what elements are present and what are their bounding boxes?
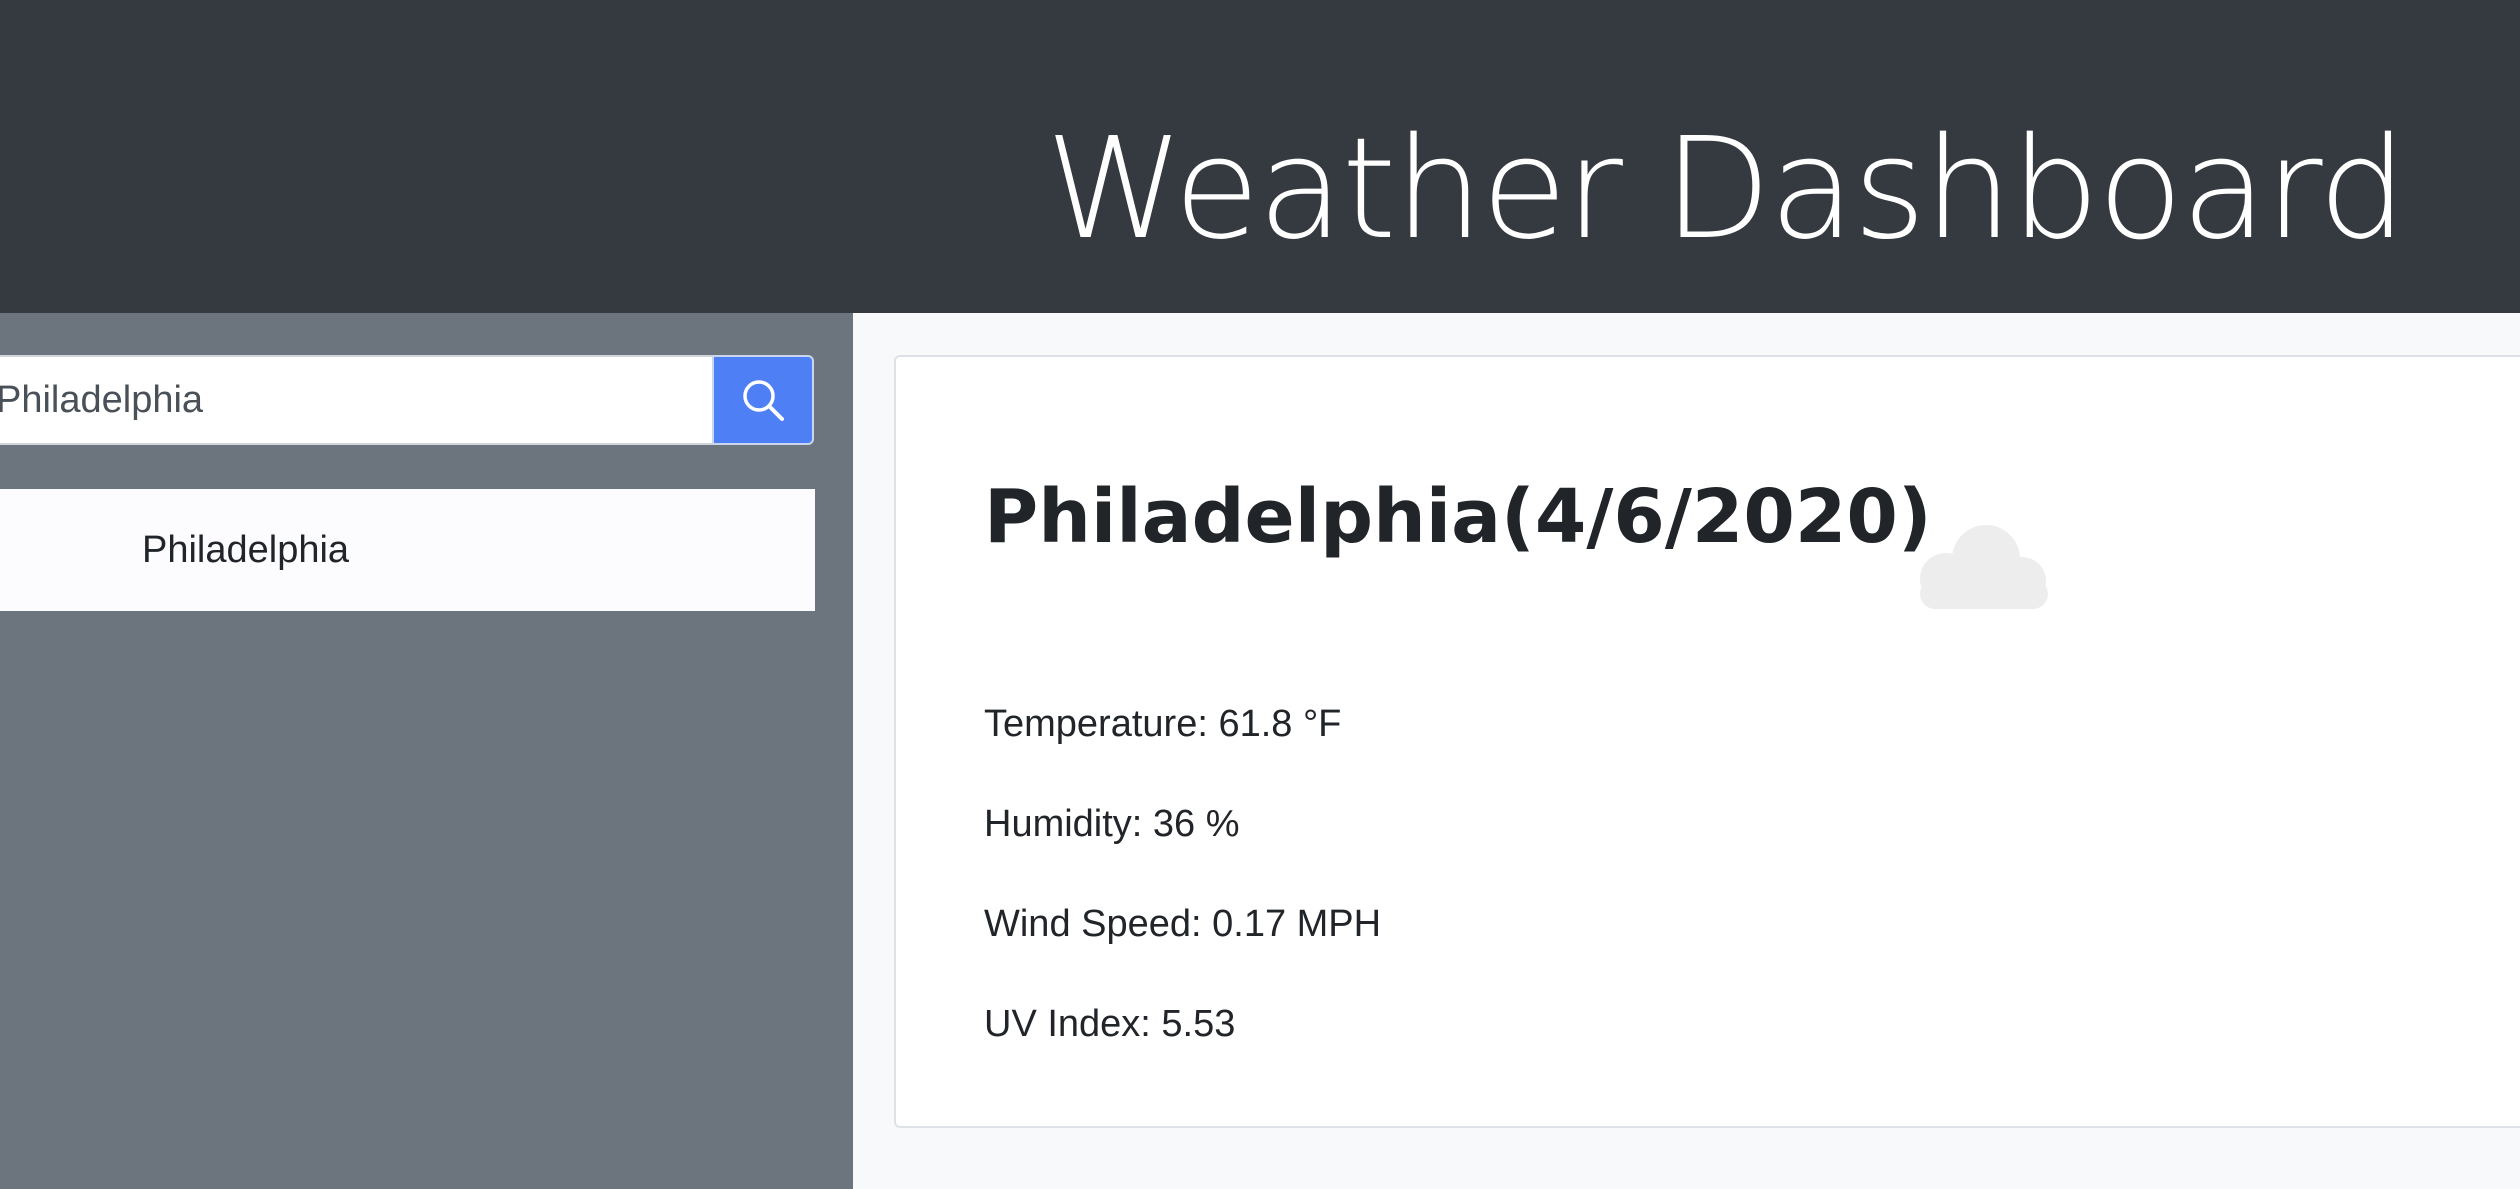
page-title: Weather Dashboard xyxy=(1045,108,2407,271)
city-heading: Philadelphia(4/6/2020) xyxy=(984,474,1932,560)
current-weather-card: Philadelphia(4/6/2020) Temperature: 61.8… xyxy=(894,355,2520,1128)
main-content: Philadelphia(4/6/2020) Temperature: 61.8… xyxy=(853,313,2520,1189)
cloud-icon xyxy=(1920,525,2048,609)
wind-speed-text: Wind Speed: 0.17 MPH xyxy=(984,903,1382,945)
history-item[interactable]: Philadelphia xyxy=(0,489,815,611)
header: Weather Dashboard xyxy=(0,0,2520,313)
temperature-text: Temperature: 61.8 °F xyxy=(984,703,1342,745)
history-item-label: Philadelphia xyxy=(142,528,350,571)
sidebar: Philadelphia xyxy=(0,313,853,1189)
humidity-text: Humidity: 36 % xyxy=(984,803,1240,845)
uv-index-text: UV Index: 5.53 xyxy=(984,1003,1236,1045)
search-button[interactable] xyxy=(712,355,814,445)
city-search-input[interactable] xyxy=(0,355,714,445)
search-icon xyxy=(743,380,784,421)
search-history-list: Philadelphia xyxy=(0,489,815,611)
